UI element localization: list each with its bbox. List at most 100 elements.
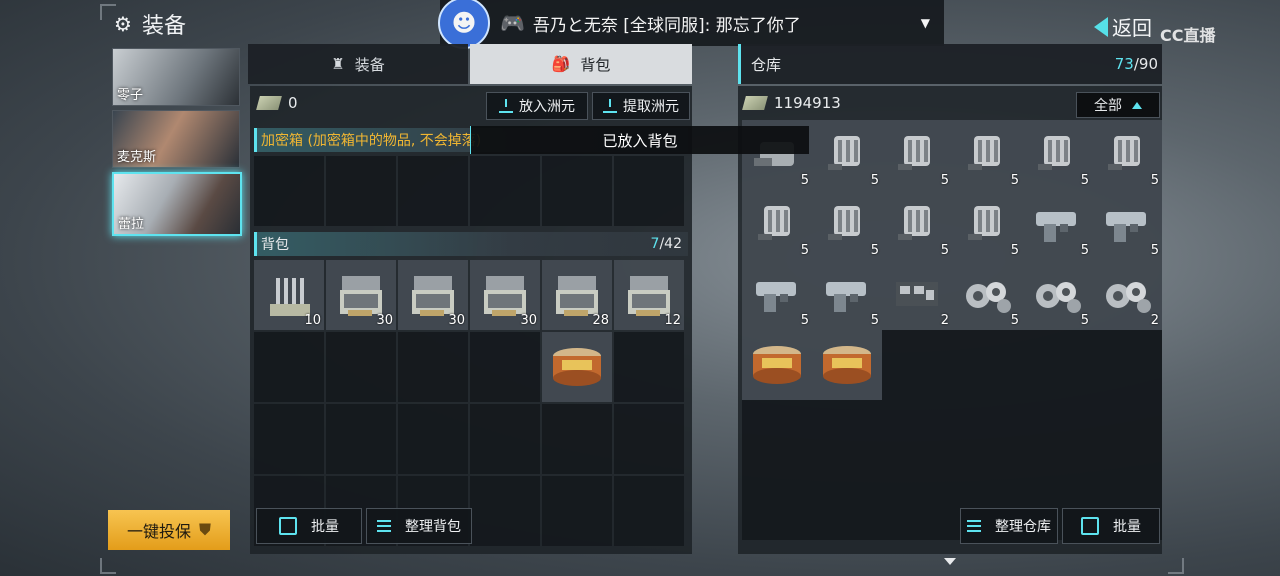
item-count: 5	[940, 173, 949, 188]
list-icon	[967, 520, 981, 532]
empty-slot[interactable]	[398, 156, 468, 226]
back-button[interactable]: 返回	[1094, 12, 1152, 41]
withdraw-button[interactable]: 提取洲元	[592, 92, 690, 120]
empty-slot[interactable]	[614, 476, 684, 546]
stream-message: 吾乃と无奈 [全球同服]: 那忘了你了	[532, 15, 801, 36]
empty-slot[interactable]	[254, 332, 324, 402]
item-count: 12	[664, 313, 681, 328]
one-click-insure-button[interactable]: 一键投保 ⛊	[108, 510, 230, 550]
sort-backpack-button[interactable]: 整理背包	[366, 508, 472, 544]
character-card-0[interactable]: 零子	[112, 48, 240, 106]
empty-slot[interactable]	[326, 332, 396, 402]
empty-slot[interactable]	[254, 156, 324, 226]
warehouse-filter-dropdown[interactable]: 全部	[1076, 92, 1160, 118]
empty-slot[interactable]	[542, 156, 612, 226]
inventory-item[interactable]: 5	[1022, 190, 1092, 260]
player-money: 0	[256, 94, 298, 112]
empty-slot[interactable]	[326, 156, 396, 226]
inventory-item[interactable]: 5	[882, 190, 952, 260]
inventory-item[interactable]: 10	[254, 260, 324, 330]
empty-slot[interactable]	[614, 156, 684, 226]
gun-part-icon	[968, 136, 1000, 170]
item-count: 5	[870, 173, 879, 188]
inventory-item[interactable]: 5	[1022, 120, 1092, 190]
empty-slot[interactable]	[812, 400, 882, 470]
empty-slot[interactable]	[742, 470, 812, 540]
inventory-item[interactable]: 2	[1092, 260, 1162, 330]
empty-slot[interactable]	[1092, 330, 1162, 400]
inventory-item[interactable]: 5	[882, 120, 952, 190]
inventory-item[interactable]: 30	[398, 260, 468, 330]
sort-backpack-label: 整理背包	[405, 519, 461, 535]
empty-slot[interactable]	[614, 404, 684, 474]
sort-warehouse-button[interactable]: 整理仓库	[960, 508, 1058, 544]
stream-message-bar[interactable]: ☻ 🎮 吾乃と无奈 [全球同服]: 那忘了你了 ▼	[438, 0, 944, 49]
empty-slot[interactable]	[614, 332, 684, 402]
withdraw-label: 提取洲元	[623, 99, 679, 115]
inventory-item[interactable]: 2	[882, 260, 952, 330]
inventory-item[interactable]: 12	[614, 260, 684, 330]
inventory-item[interactable]: 30	[326, 260, 396, 330]
empty-slot[interactable]	[470, 156, 540, 226]
character-card-2[interactable]: 蕾拉	[112, 172, 242, 236]
backpack-capacity: /42	[659, 236, 682, 252]
item-count: 5	[870, 313, 879, 328]
empty-slot[interactable]	[882, 470, 952, 540]
warehouse-batch-label: 批量	[1113, 519, 1141, 535]
empty-slot[interactable]	[1092, 400, 1162, 470]
inventory-item[interactable]: 5	[812, 260, 882, 330]
streamer-avatar-icon: ☻	[438, 0, 490, 49]
inventory-item[interactable]: 5	[1022, 260, 1092, 330]
empty-slot[interactable]	[542, 404, 612, 474]
gun-part-icon	[1108, 136, 1140, 170]
empty-slot[interactable]	[882, 330, 952, 400]
item-count: 30	[448, 313, 465, 328]
empty-slot[interactable]	[742, 400, 812, 470]
empty-slot[interactable]	[254, 404, 324, 474]
empty-slot[interactable]	[1022, 400, 1092, 470]
inventory-item[interactable]: 5	[1092, 190, 1162, 260]
inventory-item[interactable]	[742, 330, 812, 400]
inventory-item[interactable]: 5	[812, 190, 882, 260]
empty-slot[interactable]	[952, 330, 1022, 400]
inventory-item[interactable]: 30	[470, 260, 540, 330]
empty-slot[interactable]	[470, 332, 540, 402]
canned-food-icon	[753, 346, 801, 384]
batch-button[interactable]: 批量	[256, 508, 362, 544]
banknote-icon	[256, 96, 282, 110]
inventory-item[interactable]: 5	[742, 190, 812, 260]
warehouse-batch-button[interactable]: 批量	[1062, 508, 1160, 544]
item-count: 30	[376, 313, 393, 328]
character-card-1[interactable]: 麦克斯	[112, 110, 240, 168]
inventory-item[interactable]: 5	[1092, 120, 1162, 190]
inventory-item[interactable]: 5	[952, 260, 1022, 330]
empty-slot[interactable]	[398, 332, 468, 402]
empty-slot[interactable]	[952, 400, 1022, 470]
inventory-item[interactable]	[812, 330, 882, 400]
inventory-item[interactable]: 5	[812, 120, 882, 190]
empty-slot[interactable]	[542, 476, 612, 546]
empty-slot[interactable]	[470, 476, 540, 546]
tab-equipment[interactable]: ♜ 装备	[248, 44, 468, 84]
canned-food-icon	[553, 348, 601, 386]
inventory-item[interactable]: 5	[952, 120, 1022, 190]
item-count: 5	[1080, 243, 1089, 258]
dropdown-icon[interactable]: ▼	[921, 16, 930, 30]
empty-slot[interactable]	[812, 470, 882, 540]
inventory-item[interactable]: 28	[542, 260, 612, 330]
equipment-icon: ⚙	[114, 12, 132, 36]
item-count: 10	[304, 313, 321, 328]
scroll-down-icon[interactable]	[944, 558, 956, 565]
inventory-item[interactable]: 5	[952, 190, 1022, 260]
empty-slot[interactable]	[326, 404, 396, 474]
empty-slot[interactable]	[398, 404, 468, 474]
inventory-item[interactable]	[542, 332, 612, 402]
deposit-button[interactable]: 放入洲元	[486, 92, 588, 120]
empty-slot[interactable]	[882, 400, 952, 470]
tab-label: 装备	[354, 55, 385, 74]
tab-backpack[interactable]: 🎒 背包	[470, 44, 692, 84]
empty-slot[interactable]	[1022, 330, 1092, 400]
item-count: 5	[1010, 313, 1019, 328]
empty-slot[interactable]	[470, 404, 540, 474]
inventory-item[interactable]: 5	[742, 260, 812, 330]
